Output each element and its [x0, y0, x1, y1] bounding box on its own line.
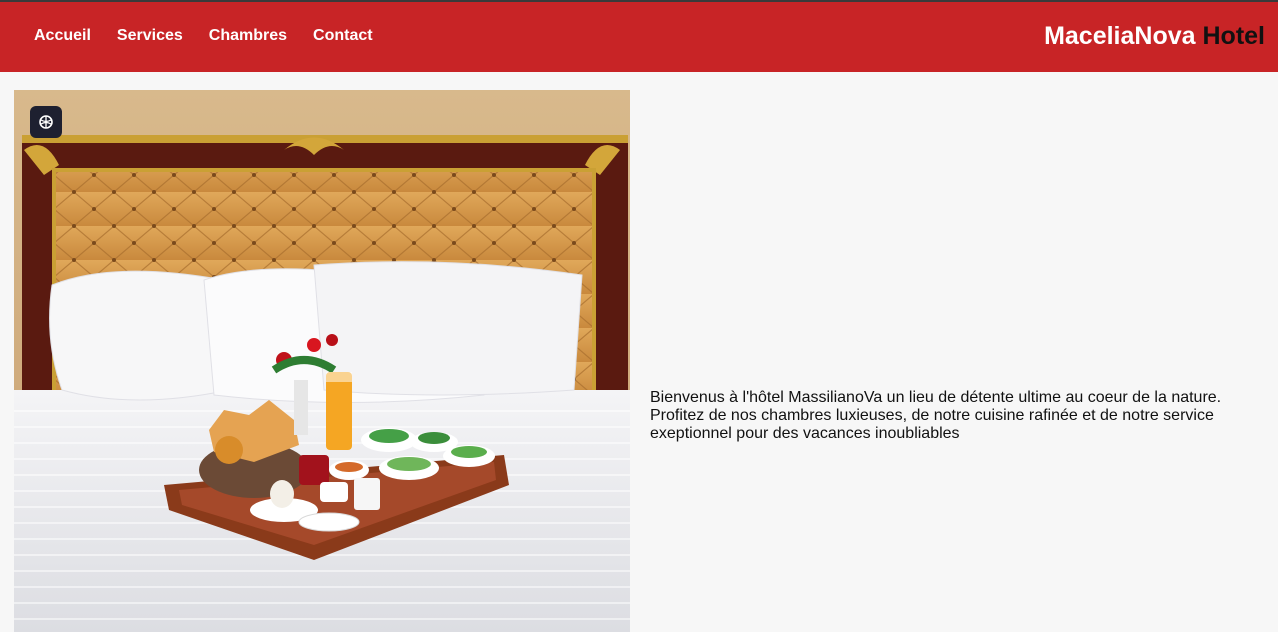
main-nav: Accueil Services Chambres Contact [34, 27, 399, 45]
intro-text: Bienvenus à l'hôtel MassilianoVa un lieu… [650, 389, 1222, 442]
brand-name: MaceliaNova [1044, 22, 1196, 50]
nav-item-accueil[interactable]: Accueil [34, 27, 91, 45]
brain-icon-button[interactable] [30, 106, 62, 138]
brand-suffix: Hotel [1202, 22, 1266, 50]
hero-image [14, 90, 630, 632]
nav-item-contact[interactable]: Contact [313, 27, 373, 45]
brain-icon [39, 115, 53, 129]
nav-item-chambres[interactable]: Chambres [209, 27, 287, 45]
nav-item-services[interactable]: Services [117, 27, 183, 45]
brand-logo[interactable]: MaceliaNova Hotel [1044, 22, 1265, 51]
site-header: Accueil Services Chambres Contact Maceli… [0, 2, 1278, 72]
